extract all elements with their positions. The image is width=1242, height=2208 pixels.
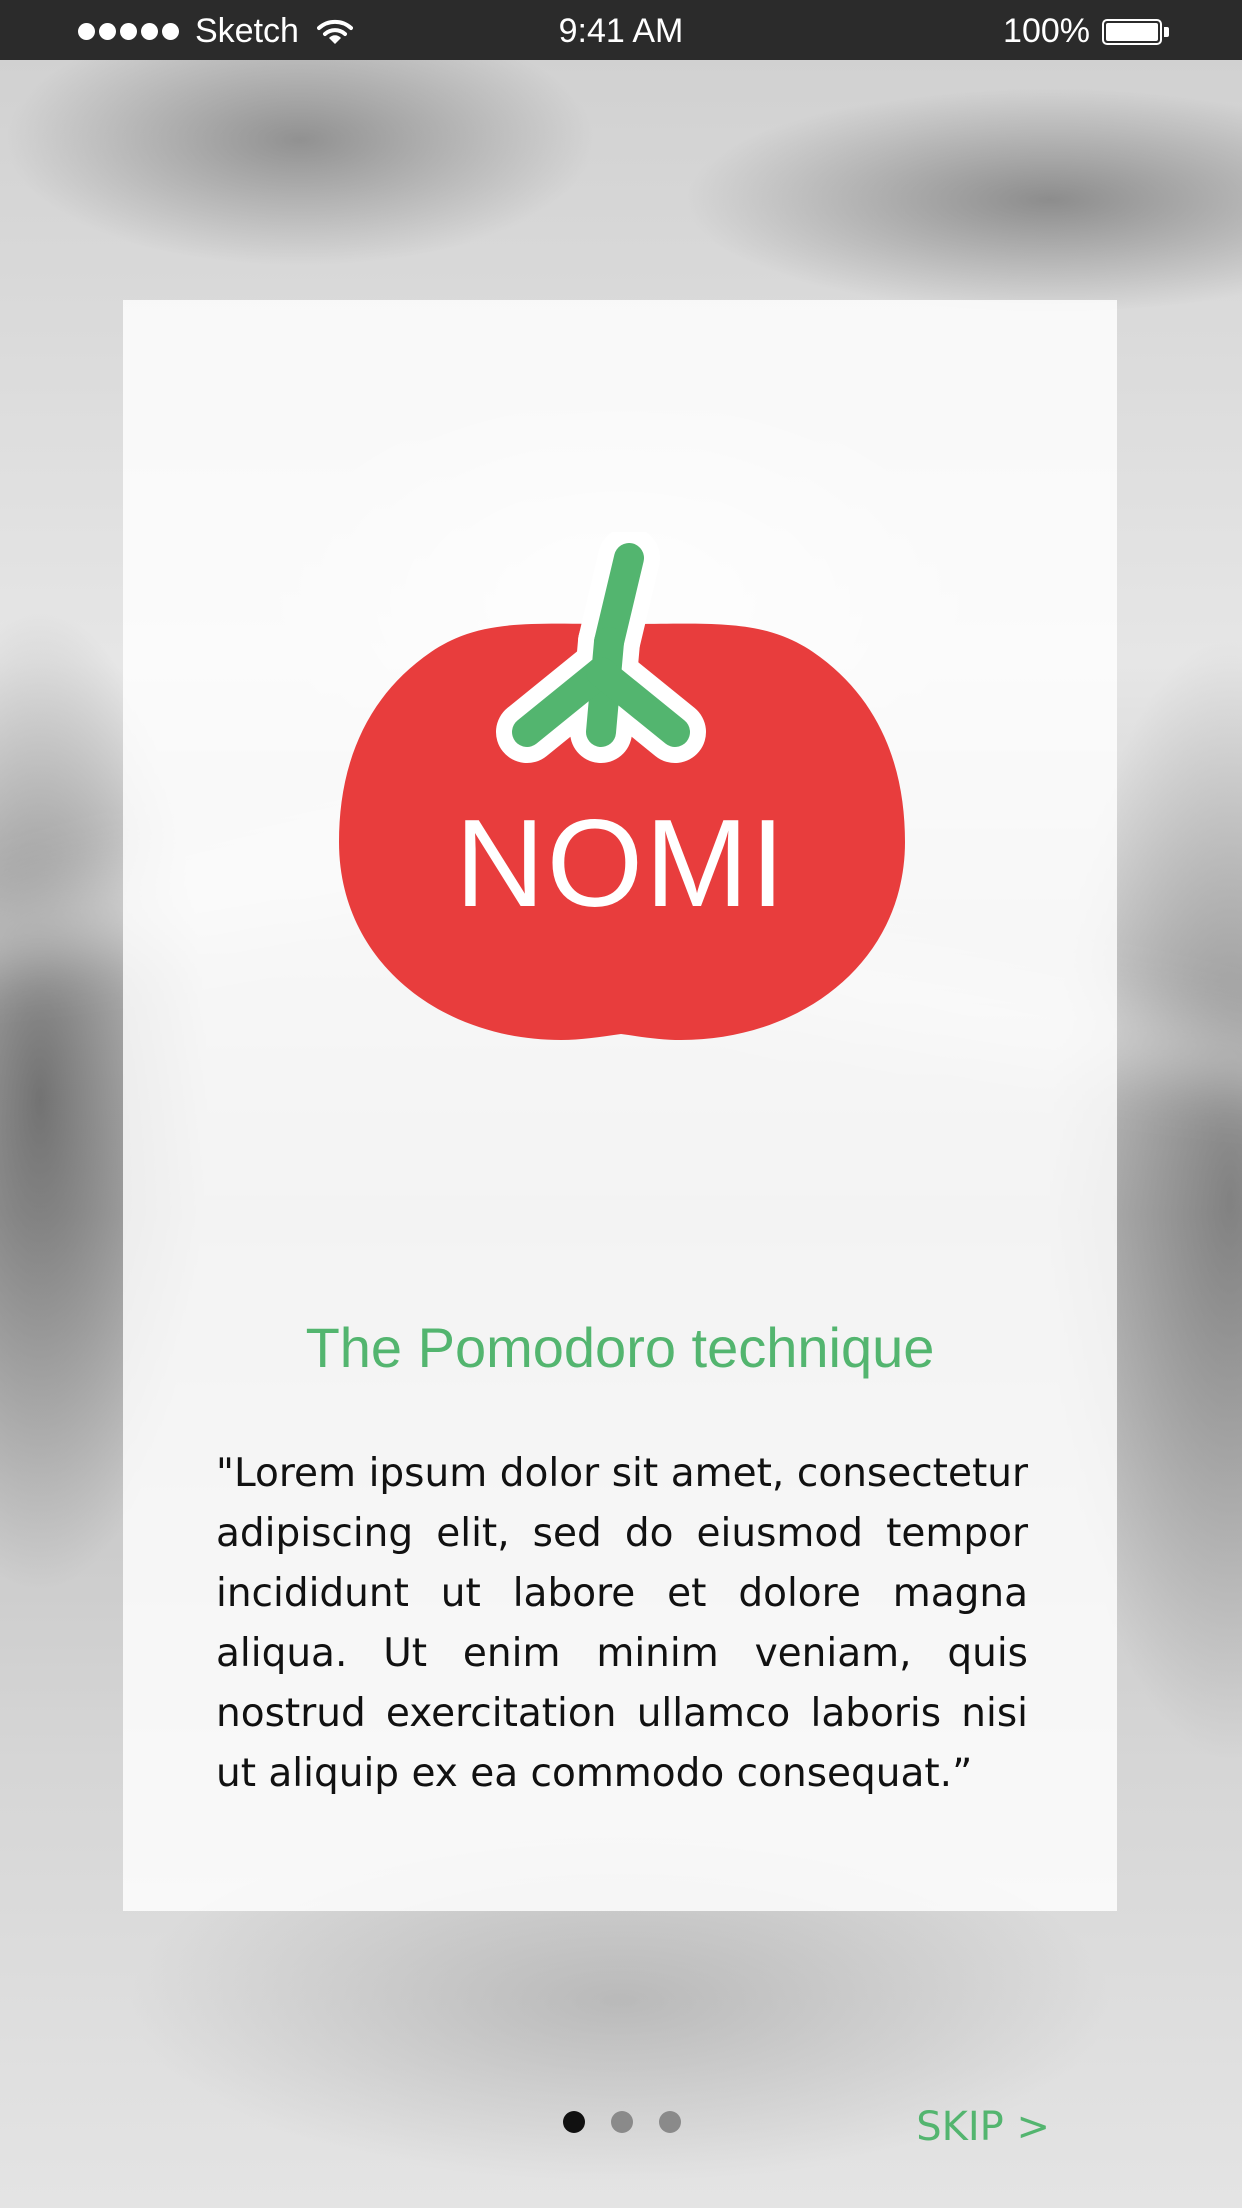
page-dot-3[interactable] (659, 2111, 681, 2133)
status-right: 100% (1003, 12, 1170, 51)
onboarding-card: NOMI The Pomodoro technique "Lorem ipsum… (123, 300, 1117, 1911)
skip-button[interactable]: SKIP > (916, 2104, 1050, 2150)
onboarding-screen: Sketch 9:41 AM 100% NOMI The Pomodoro te… (0, 0, 1242, 2208)
page-indicator (563, 2111, 681, 2133)
tomato-logo-icon: NOMI (331, 527, 911, 1112)
page-dot-2[interactable] (611, 2111, 633, 2133)
battery-percent: 100% (1003, 12, 1090, 50)
card-title: The Pomodoro technique (305, 1316, 935, 1379)
page-dot-1[interactable] (563, 2111, 585, 2133)
card-quote: "Lorem ipsum dolor sit amet, consectetur… (216, 1451, 1028, 1796)
battery-icon (1102, 17, 1170, 47)
logo-text: NOMI (455, 795, 787, 933)
status-bar: Sketch 9:41 AM 100% (0, 0, 1242, 60)
